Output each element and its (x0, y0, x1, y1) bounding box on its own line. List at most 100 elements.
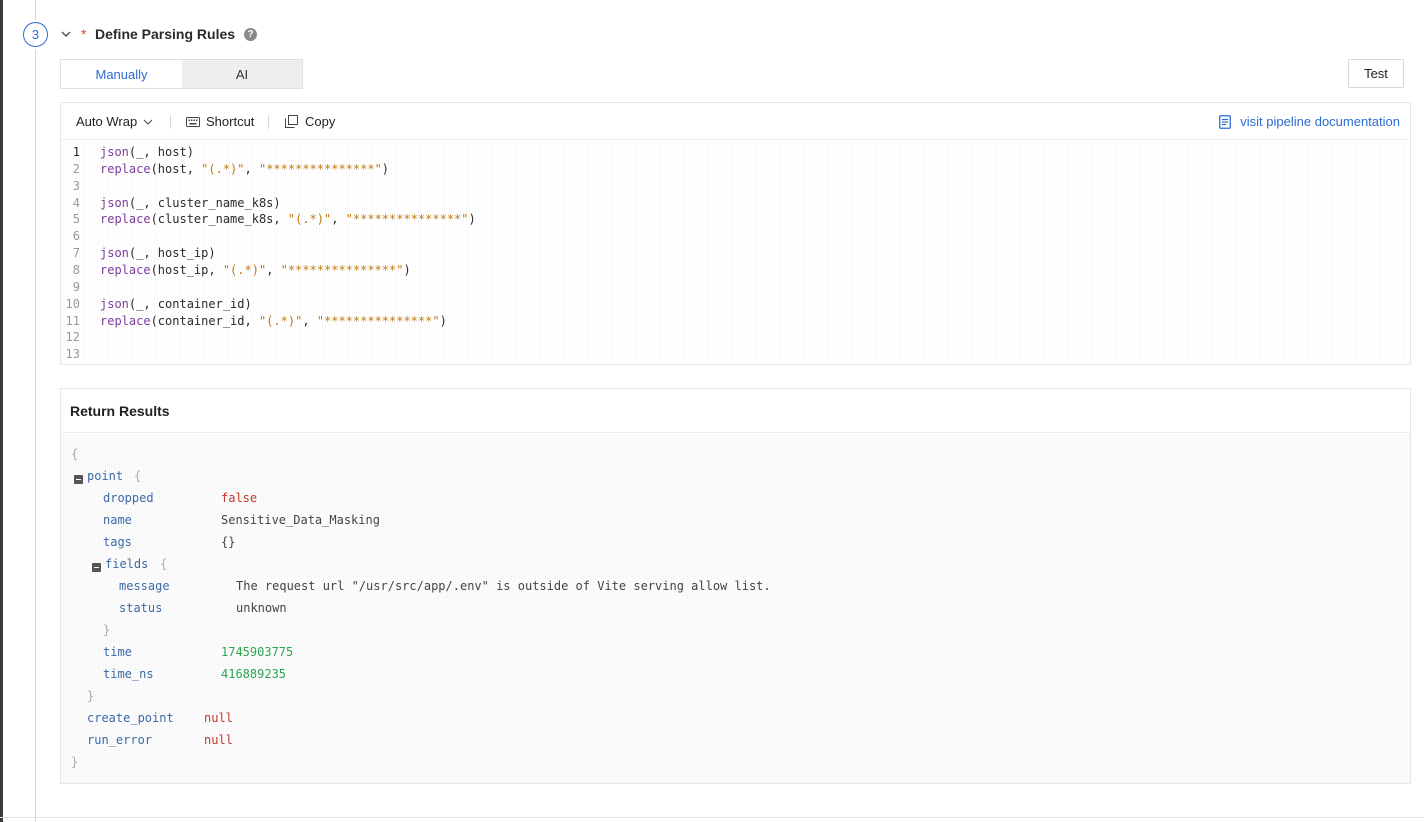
json-key: dropped (103, 491, 154, 505)
step-connector-line (35, 50, 36, 822)
required-mark: * (81, 26, 87, 42)
json-key: time (103, 645, 132, 659)
code-token: "(.*)" (222, 262, 267, 277)
code-token: (cluster_name_k8s, (150, 212, 288, 227)
line-number: 10 (65, 296, 80, 311)
line-number: 7 (72, 246, 80, 261)
json-value: null (204, 711, 233, 725)
json-key: create_point (87, 711, 174, 725)
shortcut-button[interactable]: Shortcut (186, 114, 254, 129)
code-token: (_, host_ip) (128, 246, 216, 261)
code-text: json(_, host_ip) (100, 245, 216, 262)
code-area[interactable]: 1 json(_, host) 2 replace(host, "(.*)", "**… (61, 141, 1410, 364)
json-brace: } (87, 689, 95, 703)
code-token: replace (100, 212, 151, 227)
code-token: ) (381, 161, 390, 176)
pipeline-doc-link[interactable]: visit pipeline documentation (1219, 114, 1400, 129)
code-line: 11 replace(container_id, "(.*)", "*******… (61, 313, 1410, 330)
line-number: 11 (65, 313, 80, 328)
line-number: 12 (65, 330, 80, 345)
code-token: , (331, 212, 346, 227)
code-text: replace(host, "(.*)", "***************") (100, 161, 389, 178)
code-token: json (100, 145, 129, 159)
code-token: , (244, 161, 259, 176)
shortcut-label: Shortcut (206, 114, 255, 129)
code-line: 7 json(_, host_ip) (61, 245, 1410, 262)
json-value: Sensitive_Data_Masking (221, 513, 380, 527)
left-rail (0, 0, 3, 822)
collapse-icon[interactable] (92, 563, 101, 572)
code-token: (host, (150, 161, 202, 176)
json-value: false (221, 491, 258, 505)
chevron-down-icon (143, 119, 153, 125)
code-token: (_, cluster_name_k8s) (128, 195, 281, 210)
question-circle-icon[interactable]: ? (244, 28, 257, 41)
code-token: json (100, 246, 129, 261)
tab-ai[interactable]: AI (182, 60, 302, 88)
code-text: json(_, cluster_name_k8s) (100, 195, 281, 212)
results-json-viewer: { point { dropped false name Sensitive_D… (61, 434, 1410, 783)
code-line: 6 (61, 228, 1410, 245)
code-line: 10 json(_, container_id) (61, 296, 1410, 313)
results-title: Return Results (61, 389, 1410, 433)
code-token: json (100, 296, 129, 311)
toolbar-separator (268, 115, 269, 129)
line-number: 9 (72, 279, 80, 294)
json-key-point: point (87, 469, 124, 483)
json-value: {} (221, 535, 236, 549)
json-brace: } (71, 755, 79, 769)
line-number: 3 (72, 178, 80, 193)
json-brace: { (160, 557, 168, 571)
code-token: "(.*)" (287, 212, 332, 227)
doc-link-label: visit pipeline documentation (1240, 114, 1400, 129)
code-token: ) (439, 313, 447, 328)
code-line: 8 replace(host_ip, "(.*)", "*************… (61, 262, 1410, 279)
line-number: 1 (72, 145, 80, 159)
code-token: (container_id, (150, 313, 259, 328)
copy-label: Copy (305, 114, 336, 129)
line-number: 4 (72, 195, 80, 210)
json-key: run_error (87, 733, 153, 747)
json-brace: } (103, 623, 111, 637)
json-value: unknown (236, 601, 287, 615)
json-key-fields: fields (105, 557, 149, 571)
chevron-down-icon[interactable] (61, 28, 71, 40)
code-line: 13 (61, 346, 1410, 363)
code-line: 12 (61, 329, 1410, 346)
code-token: replace (100, 161, 151, 176)
collapse-icon[interactable] (74, 475, 83, 484)
tab-manually[interactable]: Manually (61, 60, 182, 88)
json-key: time_ns (103, 667, 154, 681)
code-token: "(.*)" (201, 161, 245, 176)
code-token: (_, host) (128, 145, 194, 159)
code-token: ) (468, 212, 476, 227)
auto-wrap-dropdown[interactable]: Auto Wrap (76, 114, 153, 129)
code-token: , (302, 313, 317, 328)
json-key: tags (103, 535, 132, 549)
code-token: replace (100, 313, 151, 328)
code-token: (_, container_id) (128, 296, 252, 311)
code-line: 9 (61, 279, 1410, 296)
json-value: 416889235 (221, 667, 287, 681)
code-token: "***************" (258, 161, 382, 176)
mode-tabs: Manually AI (60, 59, 303, 89)
json-key: name (103, 513, 132, 527)
line-number: 8 (72, 262, 80, 277)
json-key: message (119, 579, 170, 593)
code-text: replace(host_ip, "(.*)", "**************… (100, 262, 411, 279)
code-token: "***************" (280, 262, 404, 277)
step-number-badge: 3 (23, 22, 48, 47)
code-editor-panel: Auto Wrap Shortcut Copy visit pipeline d… (60, 102, 1411, 365)
json-brace: { (71, 447, 79, 461)
divider (0, 817, 1424, 818)
test-button[interactable]: Test (1348, 59, 1404, 88)
line-number: 13 (65, 347, 80, 362)
code-token: json (100, 195, 129, 210)
code-token: (host_ip, (150, 262, 223, 277)
copy-icon (285, 115, 298, 128)
json-value: null (204, 733, 233, 747)
code-token: , (266, 262, 281, 277)
keyboard-icon (186, 116, 200, 127)
copy-button[interactable]: Copy (285, 114, 335, 129)
code-token: "***************" (345, 212, 469, 227)
